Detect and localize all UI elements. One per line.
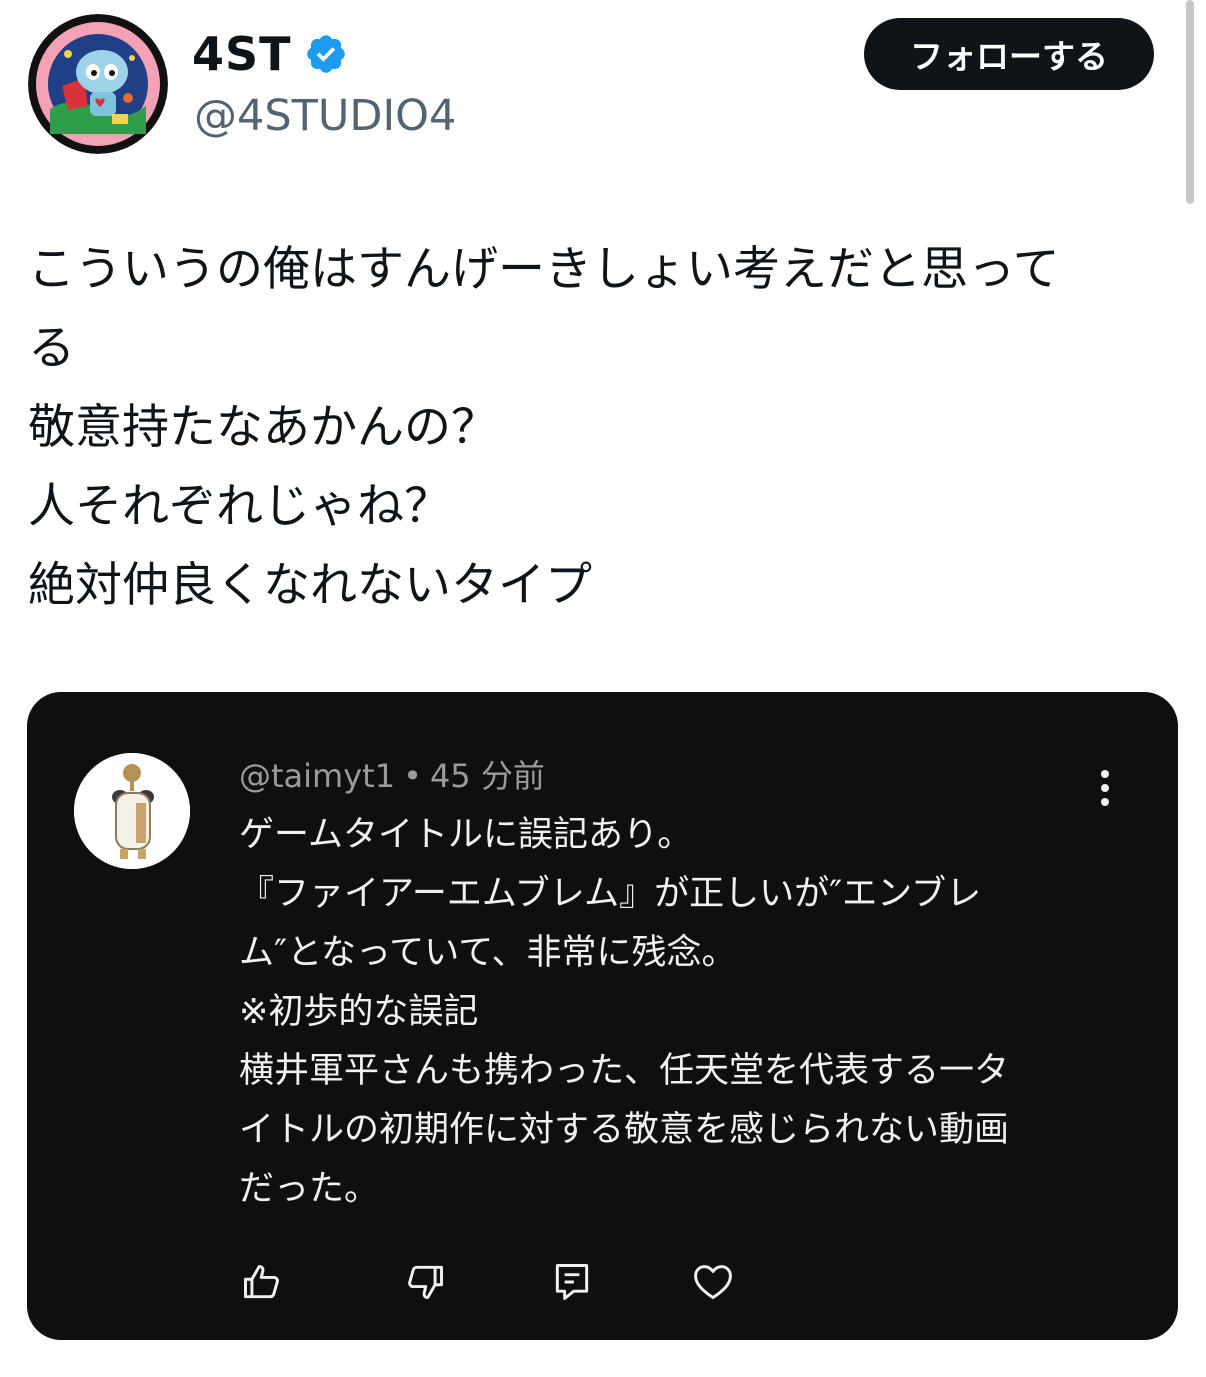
follow-button[interactable]: フォローする — [864, 18, 1154, 90]
tweet-line: 絶対仲良くなれないタイプ — [28, 558, 592, 613]
profile-handle[interactable]: @4STUDIO4 — [194, 88, 456, 144]
comment-line: だった。 — [239, 1169, 380, 1209]
tweet-line: 敬意持たなあかんの？ — [28, 400, 498, 455]
comment-line: ム″となっていて、非常に残念。 — [239, 933, 737, 973]
display-name[interactable]: 4ST — [192, 24, 292, 84]
comment-line: ゲームタイトルに誤記あり。 — [239, 815, 693, 855]
verified-badge-icon — [306, 35, 345, 73]
meta-separator: • — [403, 757, 422, 795]
comment-meta: @taimyt1 • 45 分前 — [239, 754, 545, 798]
robot-avatar-icon — [28, 14, 168, 154]
comment-text: ゲームタイトルに誤記あり。 『ファイアーエムブレム』が正しいが″エンブレ ム″と… — [239, 806, 1119, 1219]
more-vertical-icon[interactable] — [1093, 768, 1117, 808]
tweet-text: こういうの俺はすんげーきしょい考えだと思って る 敬意持たなあかんの？ 人それぞ… — [28, 230, 1158, 625]
heart-icon[interactable] — [691, 1260, 735, 1304]
reply-icon[interactable] — [550, 1260, 594, 1304]
comment-line: ※初歩的な誤記 — [239, 992, 479, 1032]
display-name-row: 4ST — [192, 24, 348, 84]
comment-time: 45 分前 — [429, 757, 545, 795]
tweet-line: 人それぞれじゃね？ — [28, 479, 451, 534]
profile-avatar[interactable] — [28, 14, 168, 154]
thumbs-up-icon[interactable] — [240, 1260, 284, 1304]
comment-line: 『ファイアーエムブレム』が正しいが″エンブレ — [239, 874, 982, 914]
page-scrollbar[interactable] — [1186, 0, 1194, 204]
comment-author[interactable]: @taimyt1 — [239, 757, 395, 795]
commenter-avatar[interactable] — [74, 753, 190, 869]
thumbs-down-icon[interactable] — [403, 1260, 447, 1304]
mascot-avatar-icon — [74, 753, 190, 869]
comment-line: 横井軍平さんも携わった、任天堂を代表する一タ — [239, 1051, 1010, 1091]
embedded-comment-card[interactable]: @taimyt1 • 45 分前 ゲームタイトルに誤記あり。 『ファイアーエムブレム… — [27, 692, 1178, 1340]
tweet-line: る — [28, 321, 75, 376]
comment-line: イトルの初期作に対する敬意を感じられない動画 — [239, 1110, 1010, 1150]
tweet-line: こういうの俺はすんげーきしょい考えだと思って — [28, 242, 1060, 297]
